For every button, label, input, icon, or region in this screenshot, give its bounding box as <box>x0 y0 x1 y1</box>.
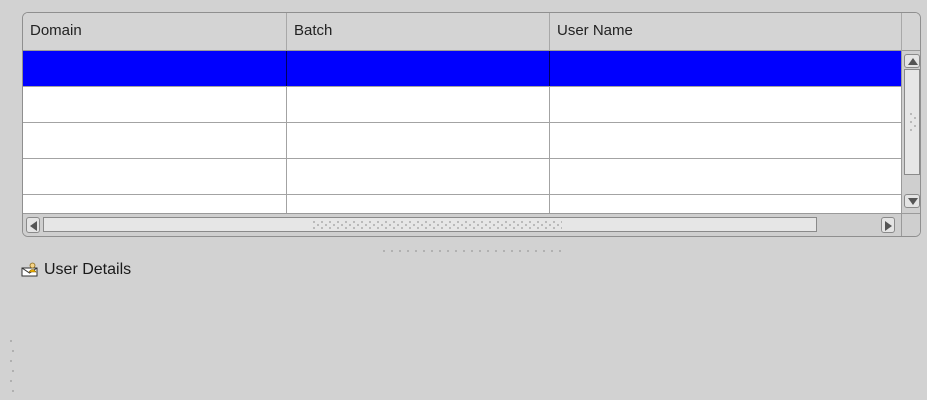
user-details-label: User Details <box>44 261 132 278</box>
table-row[interactable] <box>23 51 901 87</box>
scroll-up-button[interactable] <box>904 54 920 68</box>
users-table[interactable]: Domain Batch User Name <box>22 12 921 237</box>
cell-batch[interactable] <box>287 87 550 122</box>
table-row[interactable] <box>23 123 901 159</box>
horizontal-scrollbar[interactable] <box>23 213 901 236</box>
table-header: Domain Batch User Name <box>23 13 901 51</box>
cell-batch[interactable] <box>287 51 550 86</box>
column-header-domain[interactable]: Domain <box>23 13 287 50</box>
user-details-header[interactable]: User Details <box>21 261 131 279</box>
table-row[interactable] <box>23 87 901 123</box>
scroll-left-button[interactable] <box>26 217 40 233</box>
cell-domain[interactable] <box>23 195 287 213</box>
arrow-down-icon <box>908 198 918 205</box>
scrollbar-corner <box>901 213 920 236</box>
cell-domain[interactable] <box>23 159 287 194</box>
cell-user-name[interactable] <box>550 123 901 158</box>
column-header-user-name[interactable]: User Name <box>550 13 901 50</box>
scroll-down-button[interactable] <box>904 194 920 208</box>
cell-user-name[interactable] <box>550 195 901 213</box>
column-header-batch[interactable]: Batch <box>287 13 550 50</box>
table-row[interactable] <box>23 159 901 195</box>
cell-batch[interactable] <box>287 159 550 194</box>
cell-domain[interactable] <box>23 51 287 86</box>
table-row[interactable] <box>23 195 901 213</box>
cell-user-name[interactable] <box>550 51 901 86</box>
arrow-right-icon <box>885 221 892 231</box>
grip-icon <box>312 220 562 230</box>
splitter-handle[interactable] <box>382 249 562 253</box>
grip-icon <box>910 113 916 131</box>
vertical-scroll-thumb[interactable] <box>904 69 920 175</box>
user-details-icon <box>21 262 38 277</box>
cell-batch[interactable] <box>287 195 550 213</box>
cell-user-name[interactable] <box>550 159 901 194</box>
cell-domain[interactable] <box>23 123 287 158</box>
arrow-up-icon <box>908 58 918 65</box>
scroll-right-button[interactable] <box>881 217 895 233</box>
resize-grip[interactable] <box>9 338 15 398</box>
cell-user-name[interactable] <box>550 87 901 122</box>
arrow-left-icon <box>30 221 37 231</box>
cell-domain[interactable] <box>23 87 287 122</box>
table-body <box>23 51 901 213</box>
header-corner <box>901 13 920 51</box>
horizontal-scroll-thumb[interactable] <box>43 217 817 232</box>
vertical-scrollbar[interactable] <box>901 51 920 213</box>
cell-batch[interactable] <box>287 123 550 158</box>
